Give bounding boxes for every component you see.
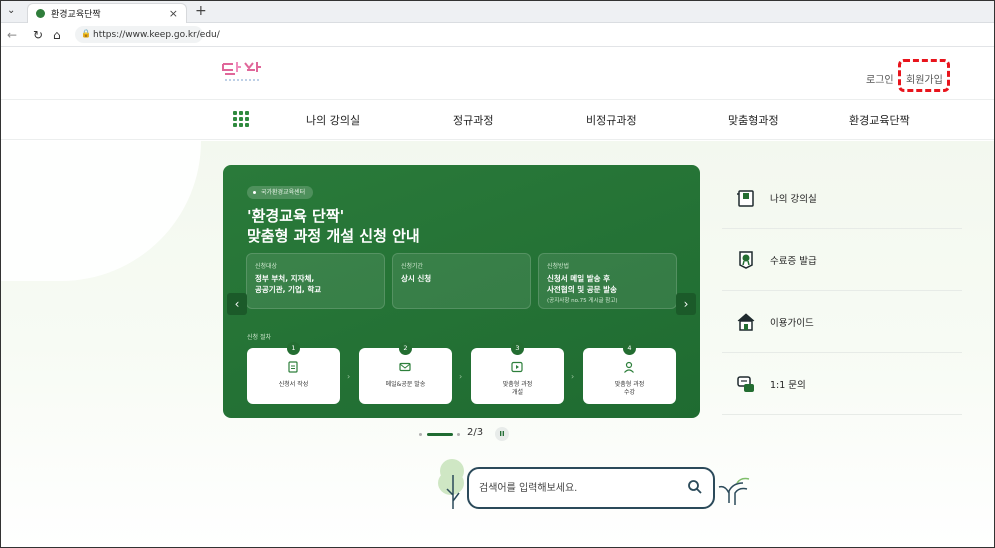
nav-item-my-classroom[interactable]: 나의 강의실 xyxy=(306,112,360,128)
main-navigation: 나의 강의실 정규과정 비정규과정 맞춤형과정 환경교육단짝 xyxy=(1,100,994,140)
step-arrow-icon: › xyxy=(459,372,463,381)
home-icon[interactable]: ⌂ xyxy=(53,28,61,42)
nav-item-custom-course[interactable]: 맞춤형과정 xyxy=(728,112,779,128)
info-card-target: 신청대상 정부 부처, 지자체, 공공기관, 기업, 학교 xyxy=(246,253,385,309)
banner-pager: 2/3 II xyxy=(419,427,519,441)
step-number: 1 xyxy=(287,342,300,355)
step-number: 2 xyxy=(399,342,412,355)
info-value: 신청서 메일 발송 후 사전협의 및 공문 발송 xyxy=(547,274,617,294)
banner-title-line1: '환경교육 단짝' xyxy=(247,207,345,225)
lock-icon: 🔒 xyxy=(81,29,91,38)
info-label: 신청방법 xyxy=(547,263,570,270)
search-box xyxy=(467,467,715,509)
login-link[interactable]: 로그인 xyxy=(866,71,894,86)
classroom-icon xyxy=(737,189,754,207)
guide-house-icon xyxy=(737,312,755,331)
nav-item-regular-course[interactable]: 정규과정 xyxy=(453,112,493,128)
step-label: 맞춤형 과정 개설 xyxy=(502,381,533,396)
play-icon xyxy=(511,361,523,373)
process-label: 신청 절차 xyxy=(247,334,271,341)
reload-icon[interactable]: ↻ xyxy=(33,28,43,42)
site-favicon-icon xyxy=(36,9,45,18)
nav-item-danjjak[interactable]: 환경교육단짝 xyxy=(849,112,910,128)
url-field[interactable]: 🔒 https://www.keep.go.kr/edu/ xyxy=(75,26,220,43)
info-note: (공지사항 no.75 게시글 참고) xyxy=(547,298,618,304)
process-step-3: 3 맞춤형 과정 개설 xyxy=(471,342,564,404)
banner-prev-button[interactable]: ‹ xyxy=(227,293,247,315)
plant-illustration-icon xyxy=(718,477,750,505)
new-tab-plus-icon[interactable]: + xyxy=(195,3,207,19)
quick-item-classroom[interactable]: 나의 강의실 xyxy=(722,167,962,229)
quick-item-label: 이용가이드 xyxy=(770,317,814,329)
tab-close-icon[interactable]: × xyxy=(169,7,178,20)
quick-item-inquiry[interactable]: 1:1 문의 xyxy=(722,353,962,415)
pager-dot[interactable] xyxy=(457,433,460,436)
quick-item-label: 수료증 발급 xyxy=(770,255,817,267)
inquiry-icon xyxy=(737,375,754,392)
mail-icon xyxy=(399,362,411,372)
nav-item-irregular-course[interactable]: 비정규과정 xyxy=(586,112,637,128)
dan-jjak-logo-icon xyxy=(222,62,261,81)
step-number: 4 xyxy=(623,342,636,355)
tree-illustration-icon xyxy=(438,459,464,509)
url-text: https://www.keep.go.kr/edu/ xyxy=(93,29,220,40)
main-banner-slide[interactable]: 국가환경교육센터 '환경교육 단짝' 맞춤형 과정 개설 신청 안내 신청대상 … xyxy=(223,165,700,418)
process-step-4: 4 맞춤형 과정 수강 xyxy=(583,342,676,404)
document-icon xyxy=(288,361,298,373)
step-label: 신청서 작성 xyxy=(278,381,309,388)
step-label: 메일&공문 발송 xyxy=(385,381,426,388)
process-step-1: 1 신청서 작성 xyxy=(247,342,340,404)
search-icon[interactable] xyxy=(687,479,703,495)
pause-icon[interactable]: II xyxy=(495,427,509,441)
all-menu-grid-icon[interactable] xyxy=(233,111,249,127)
person-icon xyxy=(624,361,634,373)
pager-active-indicator xyxy=(427,433,453,436)
tab-list-chevron-icon[interactable]: ⌄ xyxy=(7,5,15,16)
quick-item-label: 나의 강의실 xyxy=(770,193,817,205)
tab-bar: ⌄ 환경교육단짝 × + xyxy=(1,1,994,23)
quick-item-label: 1:1 문의 xyxy=(770,379,806,391)
browser-window: ⌄ 환경교육단짝 × + ← ↻ ⌂ 🔒 https://www.keep.go… xyxy=(0,0,995,548)
info-label: 신청대상 xyxy=(255,263,278,270)
step-number: 3 xyxy=(511,342,524,355)
site-header: 로그인 회원가입 xyxy=(1,48,994,100)
address-bar: ← ↻ ⌂ 🔒 https://www.keep.go.kr/edu/ xyxy=(1,23,994,47)
back-arrow-icon[interactable]: ← xyxy=(7,28,17,42)
banner-next-button[interactable]: › xyxy=(676,293,696,315)
quick-menu: 나의 강의실 수료증 발급 이용가이드 1:1 문의 xyxy=(722,167,962,415)
info-value: 정부 부처, 지자체, 공공기관, 기업, 학교 xyxy=(255,274,322,294)
signup-highlight-box xyxy=(898,59,950,92)
tab-title: 환경교육단짝 xyxy=(51,10,101,20)
info-card-method: 신청방법 신청서 메일 발송 후 사전협의 및 공문 발송 (공지사항 no.7… xyxy=(538,253,677,309)
browser-tab[interactable]: 환경교육단짝 × xyxy=(27,3,187,23)
info-value: 상시 신청 xyxy=(401,274,432,283)
step-arrow-icon: › xyxy=(571,372,575,381)
process-step-2: 2 메일&공문 발송 xyxy=(359,342,452,404)
step-label: 맞춤형 과정 수강 xyxy=(614,381,645,396)
pager-count: 2/3 xyxy=(467,427,484,438)
step-arrow-icon: › xyxy=(347,372,351,381)
certificate-icon xyxy=(739,250,753,269)
info-card-period: 신청기간 상시 신청 xyxy=(392,253,531,309)
info-label: 신청기간 xyxy=(401,263,424,270)
banner-title-line2: 맞춤형 과정 개설 신청 안내 xyxy=(247,227,420,245)
pager-dot[interactable] xyxy=(419,433,422,436)
quick-item-certificate[interactable]: 수료증 발급 xyxy=(722,229,962,291)
site-logo[interactable] xyxy=(221,58,267,86)
search-input[interactable] xyxy=(479,479,679,497)
quick-item-guide[interactable]: 이용가이드 xyxy=(722,291,962,353)
banner-badge: 국가환경교육센터 xyxy=(247,186,314,199)
